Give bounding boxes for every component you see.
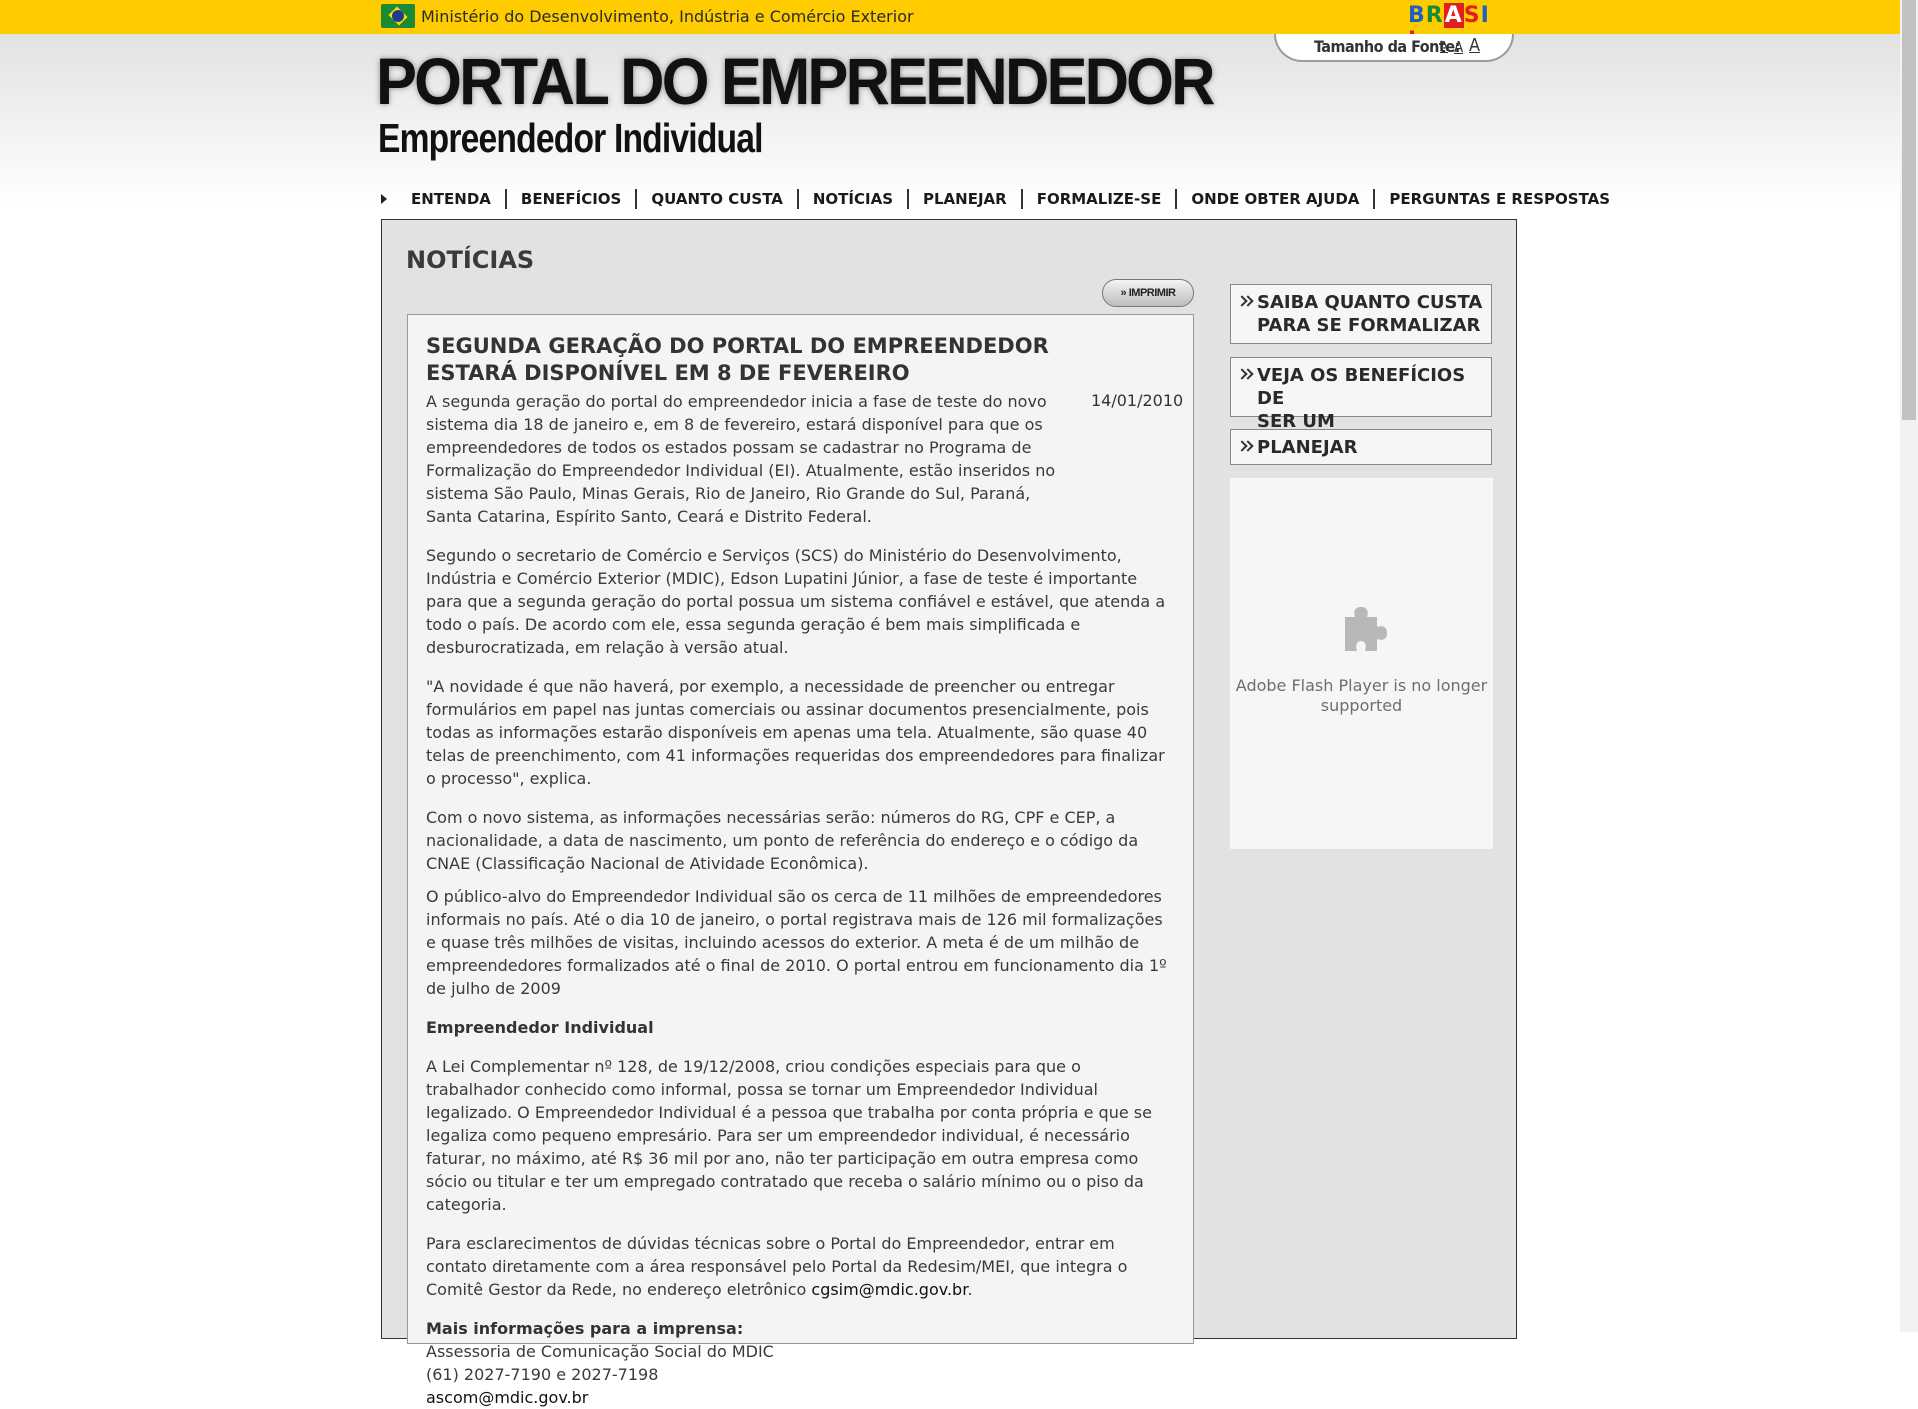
font-size-small[interactable]: A bbox=[1440, 40, 1448, 55]
brazil-flag-icon bbox=[381, 4, 415, 28]
print-button[interactable]: » IMPRIMIR bbox=[1102, 279, 1194, 307]
article-paragraph: Para esclarecimentos de dúvidas técnicas… bbox=[426, 1232, 1174, 1301]
sidebar-link-line: PLANEJAR bbox=[1257, 437, 1358, 458]
double-chevron-icon bbox=[1240, 295, 1252, 309]
article-paragraph: A Lei Complementar nº 128, de 19/12/2008… bbox=[426, 1057, 1152, 1214]
article-paragraph: A segunda geração do portal do empreende… bbox=[426, 392, 1056, 526]
nav-item-onde-obter-ajuda[interactable]: ONDE OBTER AJUDA bbox=[1177, 189, 1376, 209]
article-subheading: Empreendedor Individual bbox=[426, 1018, 654, 1037]
nav-item-quanto-custa[interactable]: QUANTO CUSTA bbox=[637, 189, 799, 209]
article-paragraph: "A novidade é que não haverá, por exempl… bbox=[426, 677, 1165, 788]
puzzle-icon bbox=[1345, 607, 1387, 651]
page-title: NOTÍCIAS bbox=[406, 246, 535, 274]
article-title: SEGUNDA GERAÇÃO DO PORTAL DO EMPREENDEDO… bbox=[426, 334, 1049, 385]
double-chevron-icon bbox=[1240, 440, 1252, 454]
contact-text: Para esclarecimentos de dúvidas técnicas… bbox=[426, 1234, 1128, 1299]
article-paragraph: O público-alvo do Empreendedor Individua… bbox=[426, 887, 1167, 998]
sidebar-link-beneficios[interactable]: VEJA OS BENEFÍCIOS DE SER UM EMPREENDEDO… bbox=[1230, 357, 1492, 455]
sidebar-link-line: PARA SE FORMALIZAR bbox=[1257, 315, 1481, 336]
main-navigation: ENTENDA BENEFÍCIOS QUANTO CUSTA NOTÍCIAS… bbox=[381, 188, 1624, 210]
press-line: Assessoria de Comunicação Social do MDIC bbox=[426, 1342, 774, 1361]
nav-item-perguntas-e-respostas[interactable]: PERGUNTAS E RESPOSTAS bbox=[1375, 189, 1624, 209]
nav-item-entenda[interactable]: ENTENDA bbox=[397, 189, 507, 209]
nav-arrow-icon bbox=[381, 194, 387, 204]
sidebar-link-line: SAIBA QUANTO CUSTA bbox=[1257, 292, 1483, 313]
nav-item-formalize-se[interactable]: FORMALIZE-SE bbox=[1023, 189, 1178, 209]
sidebar-link-text: PLANEJAR bbox=[1257, 436, 1357, 459]
font-size-label: Tamanho da Fonte: bbox=[1314, 37, 1460, 56]
font-size-control: Tamanho da Fonte: A A A bbox=[1274, 34, 1514, 62]
sidebar-link-planejar[interactable]: PLANEJAR bbox=[1230, 429, 1492, 465]
scrollbar-thumb[interactable] bbox=[1902, 0, 1916, 420]
article-paragraph: Com o novo sistema, as informações neces… bbox=[426, 808, 1139, 873]
flash-unsupported-message: Adobe Flash Player is no longer supporte… bbox=[1235, 676, 1488, 715]
contact-text-end: . bbox=[967, 1280, 973, 1299]
font-size-medium[interactable]: A bbox=[1454, 38, 1463, 56]
sidebar-link-quanto-custa[interactable]: SAIBA QUANTO CUSTA PARA SE FORMALIZAR bbox=[1230, 284, 1492, 344]
double-chevron-icon bbox=[1240, 368, 1252, 382]
font-size-large[interactable]: A bbox=[1469, 35, 1480, 56]
press-heading: Mais informações para a imprensa: bbox=[426, 1319, 744, 1338]
nav-item-beneficios[interactable]: BENEFÍCIOS bbox=[507, 189, 638, 209]
sidebar-link-text: SAIBA QUANTO CUSTA PARA SE FORMALIZAR bbox=[1257, 291, 1482, 337]
sidebar-link-line: VEJA OS BENEFÍCIOS DE bbox=[1257, 365, 1466, 409]
press-phone: (61) 2027-7190 e 2027-7198 bbox=[426, 1365, 659, 1384]
portal-logo-subtitle: Empreendedor Individual bbox=[378, 115, 763, 161]
article-paragraph: Segundo o secretario de Comércio e Servi… bbox=[426, 546, 1166, 657]
article-body: A segunda geração do portal do empreende… bbox=[426, 390, 1174, 1409]
ministry-name[interactable]: Ministério do Desenvolvimento, Indústria… bbox=[421, 7, 914, 26]
ascom-email-link[interactable]: ascom@mdic.gov.br bbox=[426, 1386, 1174, 1409]
flash-placeholder[interactable]: Adobe Flash Player is no longer supporte… bbox=[1230, 478, 1493, 849]
nav-item-noticias[interactable]: NOTÍCIAS bbox=[799, 189, 909, 209]
brasil-logo[interactable]: BRASIL bbox=[1408, 3, 1504, 53]
nav-item-planejar[interactable]: PLANEJAR bbox=[909, 189, 1023, 209]
cgsim-email-link[interactable]: cgsim@mdic.gov.br bbox=[811, 1280, 967, 1299]
government-bar: Ministério do Desenvolvimento, Indústria… bbox=[0, 0, 1900, 53]
portal-logo-title[interactable]: PORTAL DO EMPREENDEDOR bbox=[376, 48, 1215, 114]
